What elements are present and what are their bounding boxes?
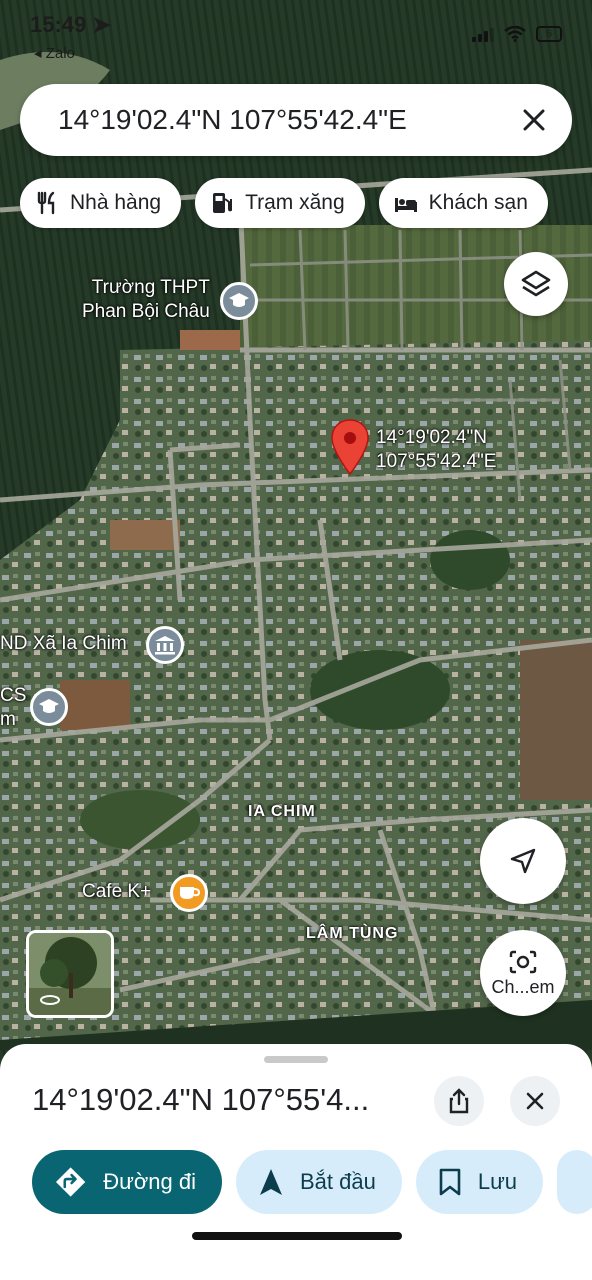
pin-label-line: 14°19'02.4"N	[376, 427, 487, 448]
location-pin-icon[interactable]	[330, 418, 370, 476]
gas-station-icon	[213, 193, 233, 213]
map-layers-button[interactable]	[504, 252, 568, 316]
layers-icon	[521, 270, 551, 297]
more-actions-button[interactable]	[557, 1150, 592, 1214]
directions-label: Đường đi	[103, 1169, 196, 1194]
restaurant-icon	[37, 191, 55, 215]
coffee-cup-icon	[180, 887, 200, 899]
building-icon	[155, 636, 175, 655]
chip-label: Trạm xăng	[245, 191, 345, 214]
area-label-lam-tung: LÂM TÙNG	[306, 925, 399, 942]
chip-label: Khách sạn	[428, 191, 528, 214]
government-poi-icon[interactable]	[146, 626, 184, 664]
back-to-app-link[interactable]: ◂ Zalo	[34, 44, 75, 62]
area-label-ia-chim: IA CHIM	[248, 803, 316, 820]
street-view-thumbnail[interactable]	[26, 930, 114, 1018]
close-icon	[526, 1092, 544, 1110]
place-title: 14°19'02.4"N 107°55'4...	[32, 1082, 370, 1117]
status-time: 15:49 ➤	[30, 12, 111, 37]
clear-search-button[interactable]	[504, 90, 564, 150]
hotel-icon	[394, 198, 417, 212]
poi-label-ubnd[interactable]: ND Xã Ia Chim	[0, 632, 127, 656]
place-bottom-sheet[interactable]: 14°19'02.4"N 107°55'4... Đường đi Bắt đầ…	[0, 1044, 592, 1280]
share-button[interactable]	[434, 1076, 484, 1126]
start-navigation-button[interactable]: Bắt đầu	[236, 1150, 402, 1214]
search-bar[interactable]: 14°19'02.4"N 107°55'42.4"E	[20, 84, 572, 156]
battery-icon: 6	[536, 26, 562, 42]
my-location-button[interactable]	[480, 818, 566, 904]
poi-label-line: m	[0, 709, 16, 730]
poi-label-line: Phan Bội Châu	[82, 301, 210, 322]
poi-label-line: CS	[0, 685, 27, 706]
navigation-arrow-icon	[510, 848, 536, 874]
share-icon	[449, 1088, 469, 1114]
poi-label-school-phan-boi-chau[interactable]: Trường THPT Phan Bội Châu	[82, 276, 210, 324]
chip-restaurants[interactable]: Nhà hàng	[20, 178, 182, 228]
status-bar: 15:49 ➤ ◂ Zalo 6	[0, 0, 592, 64]
action-buttons: Đường đi Bắt đầu Lưu	[32, 1150, 592, 1214]
poi-label-school-2[interactable]: CS m	[0, 684, 26, 732]
rotate-360-icon	[40, 995, 60, 1005]
chip-label: Nhà hàng	[70, 191, 162, 214]
wifi-icon	[504, 26, 526, 42]
directions-icon	[55, 1167, 86, 1197]
cafe-poi-icon[interactable]	[170, 874, 208, 912]
pin-label-line: 107°55'42.4"E	[376, 451, 497, 472]
camera-button-label: Ch...em	[491, 976, 555, 997]
save-label: Lưu	[477, 1169, 518, 1194]
category-chips: Nhà hàng Trạm xăng Khách sạn	[20, 178, 548, 228]
navigation-arrow-icon	[260, 1169, 282, 1195]
sheet-drag-handle[interactable]	[264, 1056, 328, 1063]
school-poi-icon[interactable]	[30, 688, 68, 726]
pin-coordinates-label: 14°19'02.4"N 107°55'42.4"E	[376, 426, 496, 474]
school-poi-icon[interactable]	[220, 282, 258, 320]
graduation-cap-icon	[229, 293, 249, 307]
location-arrow-icon: ➤	[92, 12, 111, 37]
directions-button[interactable]: Đường đi	[32, 1150, 222, 1214]
poi-label-line: Trường THPT	[91, 277, 210, 298]
bookmark-icon	[439, 1168, 461, 1196]
status-icons: 6	[472, 26, 562, 42]
start-label: Bắt đầu	[300, 1169, 376, 1194]
save-button[interactable]: Lưu	[415, 1150, 544, 1214]
camera-icon	[509, 950, 537, 973]
camera-search-button[interactable]: Ch...em	[480, 930, 566, 1016]
chip-gas-stations[interactable]: Trạm xăng	[195, 178, 365, 228]
close-sheet-button[interactable]	[510, 1076, 560, 1126]
chip-hotels[interactable]: Khách sạn	[378, 178, 548, 228]
search-input[interactable]: 14°19'02.4"N 107°55'42.4"E	[58, 104, 504, 136]
poi-label-cafe[interactable]: Cafe K+	[82, 880, 151, 904]
signal-icon	[472, 26, 494, 42]
home-indicator[interactable]	[192, 1232, 402, 1240]
close-icon	[523, 109, 545, 131]
graduation-cap-icon	[39, 699, 59, 713]
